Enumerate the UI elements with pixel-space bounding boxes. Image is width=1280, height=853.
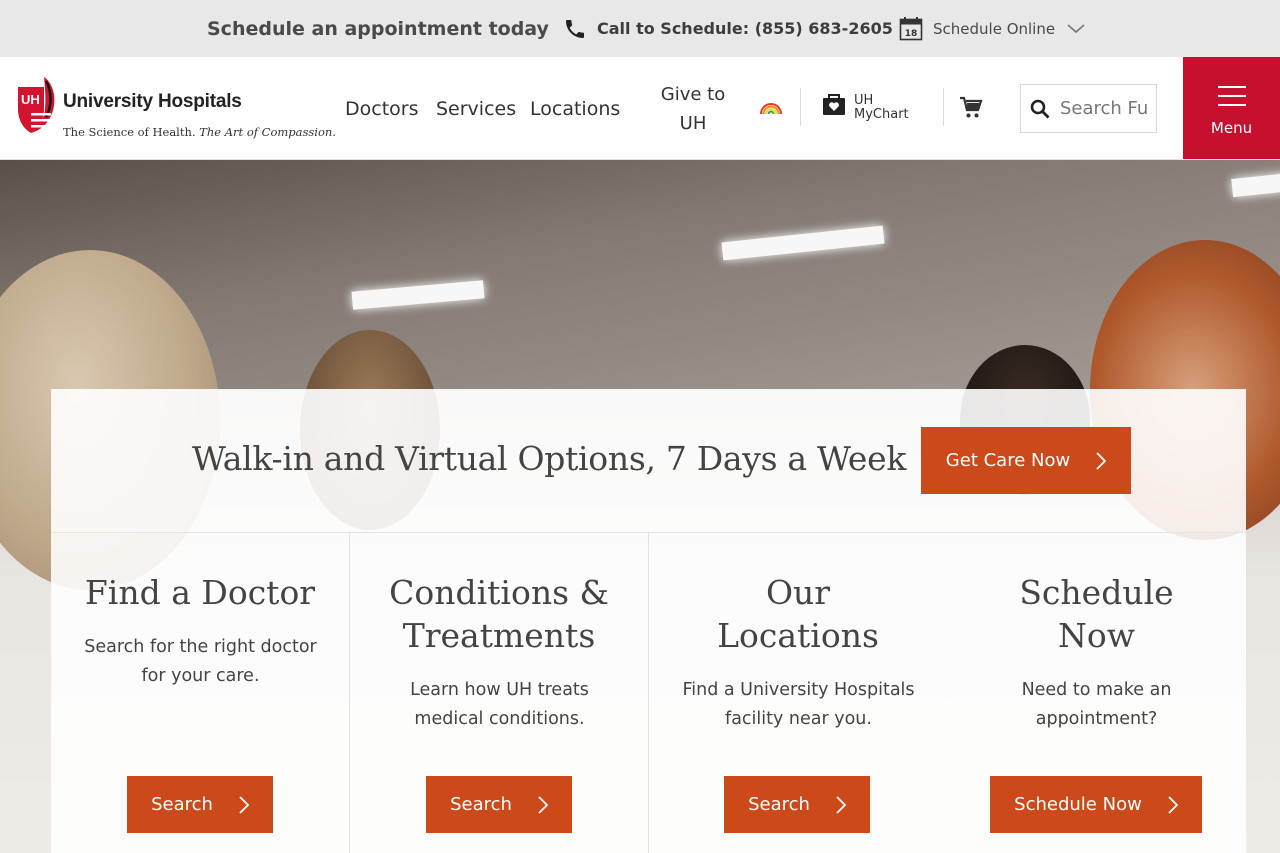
card-title-line-1: Schedule <box>1019 573 1174 612</box>
uh-logo-link[interactable]: UH University Hospitals The Science of H… <box>18 77 338 143</box>
card-description: Need to make an appointment? <box>1021 680 1172 729</box>
mychart-icon <box>823 94 845 115</box>
button-label: Search <box>450 794 512 815</box>
card-title-line-1: Our <box>765 573 831 612</box>
get-care-now-button[interactable]: Get Care Now <box>921 427 1131 494</box>
chevron-right-icon <box>1096 451 1107 470</box>
card-title-line-2: Locations <box>717 616 879 655</box>
nav-services[interactable]: Services <box>436 57 516 160</box>
conditions-search-button[interactable]: Search <box>426 776 572 833</box>
get-care-now-label: Get Care Now <box>945 450 1071 471</box>
give-to-uh-link[interactable]: Give to UH <box>655 80 731 138</box>
header-divider <box>943 88 944 126</box>
card-description: Learn how UH treats medical conditions. <box>410 680 589 729</box>
search-input[interactable] <box>1060 98 1150 119</box>
card-title: Our Locations <box>649 571 947 657</box>
nav-doctors[interactable]: Doctors <box>345 57 419 160</box>
card-title-line-2: Treatments <box>402 616 596 655</box>
header-divider <box>800 88 801 126</box>
card-description: Find a University Hospitals facility nea… <box>682 680 915 729</box>
rainbow-icon <box>760 103 782 115</box>
quick-links: Find a Doctor Search for the right docto… <box>51 533 1246 853</box>
button-label: Search <box>748 794 810 815</box>
walkin-banner: Walk-in and Virtual Options, 7 Days a We… <box>51 389 1246 533</box>
cart-icon <box>960 96 983 118</box>
card-title: Conditions & Treatments <box>350 571 648 657</box>
mychart-line-2: MyChart <box>854 107 909 122</box>
pride-rainbow-link[interactable] <box>759 100 783 119</box>
phone-icon <box>566 19 584 38</box>
chevron-right-icon <box>239 795 249 814</box>
card-title: Find a Doctor <box>51 571 349 614</box>
walkin-headline: Walk-in and Virtual Options, 7 Days a We… <box>192 439 907 478</box>
card-our-locations: Our Locations Find a University Hospital… <box>649 533 948 853</box>
mychart-line-1: UH <box>854 93 874 108</box>
search-icon[interactable] <box>1030 99 1050 119</box>
chevron-down-icon <box>1067 23 1085 33</box>
uh-logo-mark: UH <box>18 77 55 133</box>
site-search <box>1020 84 1157 133</box>
schedule-online-dropdown[interactable]: 18 Schedule Online <box>899 0 1085 57</box>
card-conditions-treatments: Conditions & Treatments Learn how UH tre… <box>350 533 649 853</box>
hamburger-icon <box>1217 79 1246 113</box>
call-to-schedule-link[interactable]: Call to Schedule: (855) 683-2605 <box>563 0 893 57</box>
logo-name: University Hospitals <box>63 91 242 112</box>
logo-tagline-plain: The Science of Health. <box>63 125 196 139</box>
appointment-promo-text: Schedule an appointment today <box>207 17 549 40</box>
utility-bar: Schedule an appointment today Call to Sc… <box>0 0 1280 57</box>
card-find-doctor: Find a Doctor Search for the right docto… <box>51 533 350 853</box>
uh-mychart-link[interactable]: UH MyChart <box>822 94 909 122</box>
schedule-now-button[interactable]: Schedule Now <box>990 776 1202 833</box>
give-line-2: UH <box>679 113 707 134</box>
card-title-line-1: Conditions & <box>389 573 609 612</box>
button-label: Schedule Now <box>1014 794 1142 815</box>
find-doctor-search-button[interactable]: Search <box>127 776 273 833</box>
menu-label: Menu <box>1210 119 1253 137</box>
mychart-label: UH MyChart <box>854 94 909 122</box>
calendar-icon: 18 <box>899 17 923 41</box>
chevron-right-icon <box>836 795 846 814</box>
card-title-line-2: Now <box>1058 616 1135 655</box>
calendar-day: 18 <box>905 29 918 39</box>
button-label: Search <box>151 794 213 815</box>
card-title: Schedule Now <box>947 571 1246 657</box>
give-line-1: Give to <box>660 84 726 105</box>
menu-button[interactable]: Menu <box>1183 57 1280 159</box>
call-to-schedule-text: Call to Schedule: (855) 683-2605 <box>597 19 893 38</box>
schedule-online-label: Schedule Online <box>933 19 1056 38</box>
chevron-right-icon <box>1168 795 1178 814</box>
logo-tagline-italic: The Art of Compassion. <box>199 125 336 139</box>
logo-tagline: The Science of Health. The Art of Compas… <box>63 125 336 139</box>
nav-locations[interactable]: Locations <box>530 57 620 160</box>
uh-logo-letters: UH <box>21 92 40 107</box>
card-title-line-1: Find a Doctor <box>84 573 316 612</box>
chevron-right-icon <box>538 795 548 814</box>
card-schedule-now: Schedule Now Need to make an appointment… <box>947 533 1246 853</box>
locations-search-button[interactable]: Search <box>724 776 870 833</box>
card-description: Search for the right doctor for your car… <box>84 637 317 686</box>
cart-link[interactable] <box>959 96 983 124</box>
